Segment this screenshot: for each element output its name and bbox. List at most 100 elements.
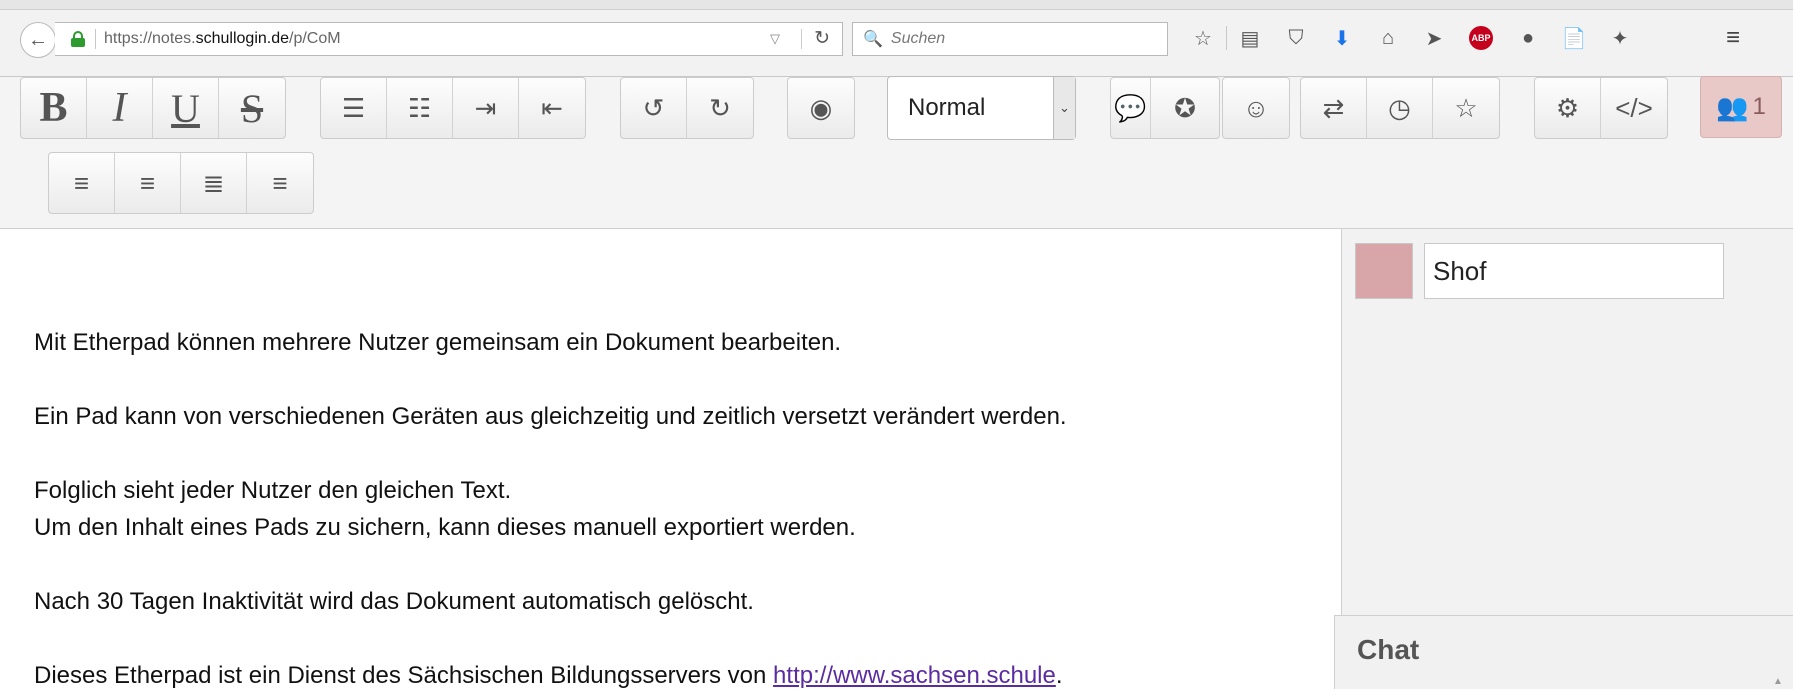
settings-icon: ⚙	[1555, 92, 1580, 123]
outdent-button[interactable]: ⇤	[519, 78, 585, 138]
chevron-down-icon: ⌄	[1053, 77, 1075, 139]
import-export-icon: ⇄	[1322, 92, 1345, 123]
pdf-icon[interactable]: 📄	[1551, 18, 1597, 58]
emoji-button-group: ☺	[1222, 77, 1290, 139]
indent-button[interactable]: ⇥	[453, 78, 519, 138]
doc-line-last: Dieses Etherpad ist ein Dienst des Sächs…	[34, 657, 1324, 694]
smiley-icon: ☺	[1242, 92, 1270, 123]
heading-select[interactable]: Normal ⌄	[887, 76, 1076, 140]
import-export-button[interactable]: ⇄	[1301, 78, 1367, 138]
comment-icon: 💬	[1114, 92, 1147, 123]
italic-icon: I	[112, 85, 127, 131]
embed-icon: </>	[1615, 92, 1653, 123]
ordered-list-button[interactable]: ☰	[321, 78, 387, 138]
star-button[interactable]: ☆	[1433, 78, 1499, 138]
doc-line	[34, 435, 1324, 472]
align-justify-icon: ≣	[202, 167, 225, 198]
format-button-group: BIUS	[20, 77, 286, 139]
chat-scroll-arrow-icon[interactable]: ▲	[1773, 676, 1787, 690]
chat-box[interactable]: Chat ▲	[1334, 615, 1793, 689]
indent-icon: ⇥	[474, 92, 497, 123]
send-icon[interactable]: ➤	[1411, 18, 1457, 58]
settings-button[interactable]: ⚙	[1535, 78, 1601, 138]
users-icon: 👥	[1716, 91, 1749, 122]
doc-line	[34, 546, 1324, 583]
bold-button[interactable]: B	[21, 78, 87, 138]
doc-line: Folglich sieht jeder Nutzer den gleichen…	[34, 477, 512, 504]
authorship-button-group: ◉	[787, 77, 855, 139]
downloads-icon[interactable]: ⬇	[1319, 18, 1365, 58]
timeslider-button[interactable]: ◷	[1367, 78, 1433, 138]
last-line-suffix: .	[1055, 662, 1063, 689]
doc-line: Um den Inhalt eines Pads zu sichern, kan…	[34, 514, 856, 541]
strikethrough-button[interactable]: S	[219, 78, 285, 138]
history-button-group: ↺ ↻	[620, 77, 754, 139]
url-divider	[801, 29, 802, 49]
users-button[interactable]: 👥 1	[1700, 76, 1782, 138]
heading-select-value: Normal	[908, 94, 986, 121]
menu-icon[interactable]: ≡	[1713, 20, 1753, 56]
tab-strip	[0, 0, 1793, 10]
clear-authorship-button[interactable]: ◉	[788, 78, 854, 138]
settings-button-group: ⚙ </>	[1534, 77, 1668, 139]
search-icon: 🔍	[863, 31, 883, 48]
url-prefix: https://notes.	[104, 30, 196, 47]
unordered-list-button[interactable]: ☷	[387, 78, 453, 138]
back-button[interactable]: ←	[20, 22, 56, 58]
doc-line: Mit Etherpad können mehrere Nutzer gemei…	[34, 329, 842, 356]
eye-slash-icon: ◉	[809, 92, 833, 123]
editor-area[interactable]: Mit Etherpad können mehrere Nutzer gemei…	[0, 229, 1341, 689]
badge-button[interactable]: ✪	[1151, 78, 1219, 138]
strikethrough-icon: S	[240, 85, 264, 131]
url-path: /p/CoM	[289, 30, 341, 47]
home-icon[interactable]: ⌂	[1365, 18, 1411, 58]
pocket-icon[interactable]: ⛉	[1273, 18, 1319, 58]
bookmark-star-icon[interactable]: ☆	[1180, 18, 1226, 58]
underline-button[interactable]: U	[153, 78, 219, 138]
align-justify-button[interactable]: ≣	[181, 153, 247, 213]
embed-button[interactable]: </>	[1601, 78, 1667, 138]
users-count: 1	[1752, 93, 1766, 120]
url-text[interactable]: https://notes.schullogin.de/p/CoM	[104, 30, 341, 48]
sachsen-schule-link[interactable]: http://www.sachsen.schule	[773, 662, 1056, 689]
align-center-button[interactable]: ≡	[115, 153, 181, 213]
extension-icon[interactable]: ✦	[1597, 18, 1643, 58]
align-right-button[interactable]: ≡	[247, 153, 313, 213]
comment-button-group: 💬 ✪	[1110, 77, 1220, 139]
user-name-input[interactable]: Shof	[1424, 243, 1724, 299]
url-dropdown-icon[interactable]: ▽	[770, 31, 780, 47]
undo-button[interactable]: ↺	[621, 78, 687, 138]
timeslider-button-group: ⇄ ◷ ☆	[1300, 77, 1500, 139]
italic-button[interactable]: I	[87, 78, 153, 138]
star-icon: ☆	[1454, 92, 1478, 123]
comment-button[interactable]: 💬	[1111, 78, 1151, 138]
search-field[interactable]: 🔍 Suchen	[852, 22, 1168, 56]
redo-icon: ↻	[709, 92, 731, 123]
doc-line: Ein Pad kann von verschiedenen Geräten a…	[34, 403, 1067, 430]
align-left-button[interactable]: ≡	[49, 153, 115, 213]
user-color-swatch[interactable]	[1355, 243, 1413, 299]
adblock-badge: ABP	[1469, 26, 1493, 50]
reload-icon[interactable]: ↻	[814, 27, 830, 50]
search-placeholder: Suchen	[890, 30, 946, 47]
underline-icon: U	[171, 85, 200, 131]
url-host: schullogin.de	[195, 30, 290, 47]
reading-list-icon[interactable]: ▤	[1227, 18, 1273, 58]
url-bar[interactable]: https://notes.schullogin.de/p/CoM ▽ ↻	[55, 22, 843, 56]
smiley-button[interactable]: ☺	[1223, 78, 1289, 138]
adblock-icon[interactable]: ABP	[1457, 18, 1505, 58]
lock-icon	[71, 31, 85, 47]
last-line-text: Dieses Etherpad ist ein Dienst des Sächs…	[34, 662, 774, 689]
outdent-icon: ⇤	[541, 92, 563, 123]
timeslider-icon: ◷	[1388, 92, 1411, 123]
list-button-group: ☰ ☷ ⇥ ⇤	[320, 77, 586, 139]
document-text[interactable]: Mit Etherpad können mehrere Nutzer gemei…	[34, 324, 1324, 694]
redo-button[interactable]: ↻	[687, 78, 753, 138]
doc-line: Nach 30 Tagen Inaktivität wird das Dokum…	[34, 588, 754, 615]
align-button-group: ≡ ≡ ≣ ≡	[48, 152, 314, 214]
back-arrow-icon: ←	[28, 28, 48, 51]
align-right-icon: ≡	[272, 167, 288, 198]
doc-line	[34, 620, 1324, 657]
bold-icon: B	[39, 85, 68, 131]
chat-bubble-icon[interactable]: ●	[1505, 18, 1551, 58]
